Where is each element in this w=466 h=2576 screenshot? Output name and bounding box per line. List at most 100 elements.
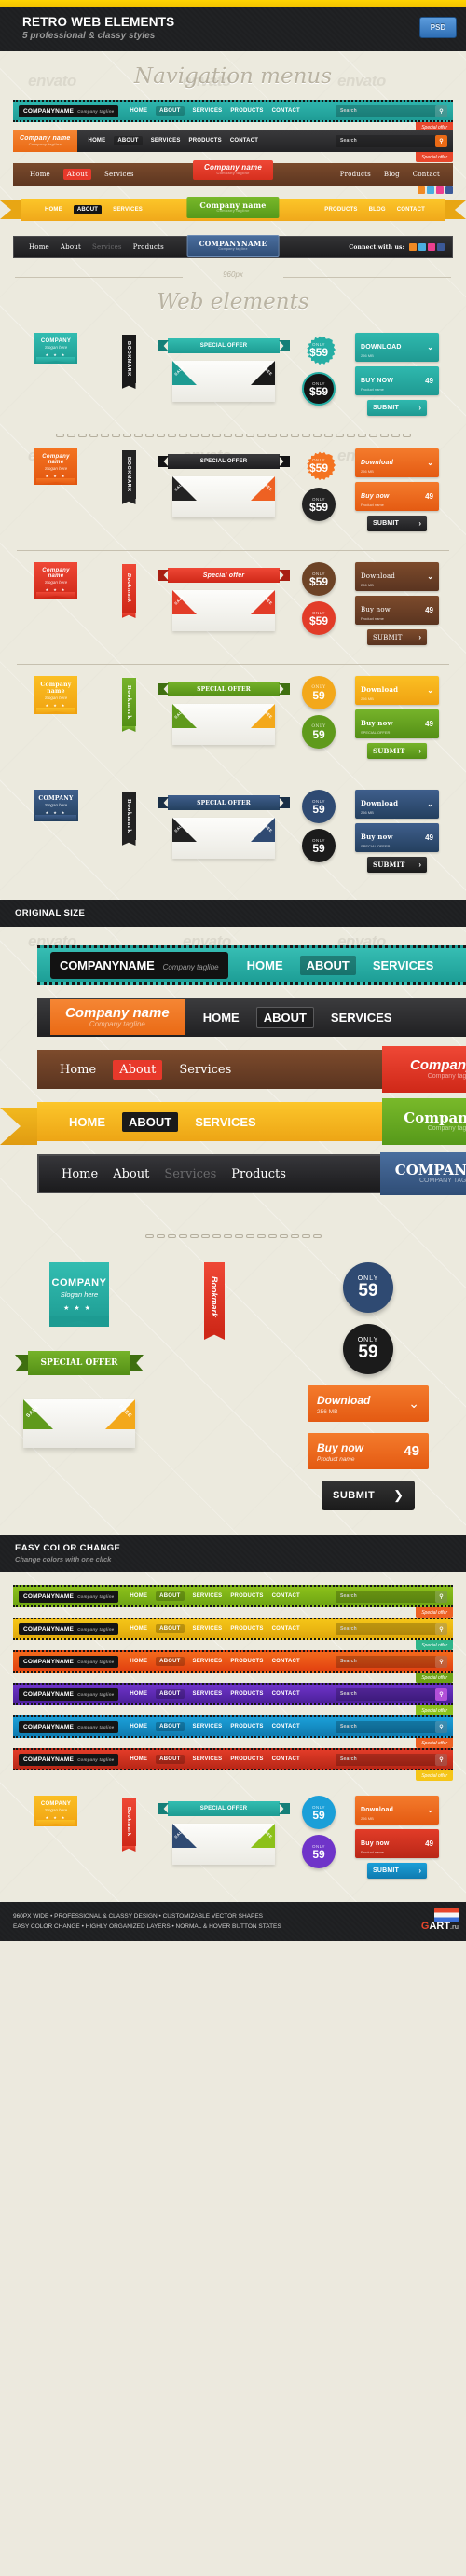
- download-button[interactable]: DOWNLOAD 256 MB ⌄: [355, 333, 439, 362]
- special-offer-ribbon[interactable]: SPECIAL OFFER: [168, 338, 290, 353]
- nav-logo[interactable]: COMPANYNAME Company tagline: [19, 1590, 119, 1603]
- sale-corner[interactable]: SALE: [172, 704, 197, 728]
- sale-corner[interactable]: SALE: [172, 818, 197, 842]
- nav-item-about[interactable]: About: [62, 169, 91, 180]
- yellow-row[interactable]: COMPANYNAME Company tagline HOME ABOUT S…: [13, 1618, 453, 1640]
- wood-nav[interactable]: Home About Services Company name Company…: [13, 160, 453, 186]
- company-badge[interactable]: COMPANY Slogan here ★ ★ ★: [34, 1796, 77, 1826]
- buynow-button[interactable]: Buy now Product name 49: [355, 482, 439, 511]
- price-seal-blue[interactable]: ONLY 59: [302, 1796, 336, 1829]
- bar-item-home[interactable]: HOME: [203, 1011, 240, 1025]
- search-input[interactable]: Search ⚲: [336, 1720, 447, 1733]
- nav-item-contact[interactable]: CONTACT: [272, 1593, 300, 1599]
- gold-ribbon-nav[interactable]: HOME ABOUT SERVICES Company name Company…: [0, 197, 466, 221]
- free-corner[interactable]: FREE: [105, 1399, 135, 1429]
- teal-bar[interactable]: COMPANYNAME Company tagline HOME ABOUT S…: [37, 945, 466, 985]
- rss-icon[interactable]: [409, 243, 417, 251]
- special-offer-tab[interactable]: Special offer: [416, 1673, 453, 1683]
- orange-bar[interactable]: Company name Company tagline HOME ABOUT …: [37, 998, 466, 1037]
- nav-item-services[interactable]: SERVICES: [193, 1756, 223, 1762]
- search-icon[interactable]: ⚲: [435, 1753, 447, 1766]
- company-badge[interactable]: COMPANY Slogan here ★ ★ ★: [34, 790, 78, 821]
- free-corner[interactable]: FREE: [251, 1824, 275, 1848]
- nav-item-home[interactable]: HOME: [130, 1659, 147, 1664]
- submit-button[interactable]: SUBMIT ›: [367, 1863, 427, 1879]
- submit-button-large[interactable]: SUBMIT ❯: [322, 1481, 415, 1510]
- special-offer-ribbon[interactable]: SPECIAL OFFER: [168, 454, 290, 469]
- nav-item-products[interactable]: Products: [340, 171, 371, 178]
- search-icon[interactable]: ⚲: [435, 1655, 447, 1668]
- price-seal-starry[interactable]: ONLY $59: [307, 451, 336, 481]
- nav-item-services[interactable]: Services: [104, 171, 134, 178]
- nav-logo[interactable]: COMPANYNAME Company tagline: [19, 104, 119, 117]
- bar-right-logo[interactable]: COMPANY NA COMPANY TAGLINE: [380, 1152, 466, 1195]
- company-badge-large[interactable]: COMPANY Slogan here ★★★: [49, 1262, 109, 1327]
- nav-logo[interactable]: COMPANYNAME Company tagline: [19, 1622, 119, 1635]
- special-offer-ribbon[interactable]: SPECIAL OFFER: [168, 682, 290, 696]
- search-icon[interactable]: ⚲: [435, 1687, 447, 1701]
- green-row[interactable]: COMPANYNAME Company tagline HOME ABOUT S…: [13, 1585, 453, 1607]
- nav-item-about[interactable]: ABOUT: [73, 205, 103, 214]
- nav-item-contact[interactable]: CONTACT: [272, 108, 300, 114]
- bookmark-ribbon[interactable]: BOOKMARK: [121, 335, 136, 383]
- buynow-button[interactable]: BUY NOW Product name 49: [355, 366, 439, 395]
- special-offer-ribbon[interactable]: SPECIAL OFFER: [168, 795, 290, 810]
- search-icon[interactable]: ⚲: [435, 1590, 447, 1603]
- nav-item-contact[interactable]: CONTACT: [272, 1724, 300, 1729]
- nav-item-products[interactable]: PRODUCTS: [230, 1724, 263, 1729]
- free-corner[interactable]: FREE: [251, 590, 275, 614]
- price-seal-blue-large[interactable]: ONLY 59: [343, 1262, 393, 1313]
- company-badge[interactable]: COMPANY Slogan here ★ ★ ★: [34, 333, 77, 364]
- submit-button[interactable]: SUBMIT ›: [367, 400, 427, 416]
- bar-logo[interactable]: COMPANYNAME Company tagline: [50, 951, 228, 979]
- nav-item-contact[interactable]: CONTACT: [230, 138, 258, 144]
- nav-item-services[interactable]: SERVICES: [193, 1724, 223, 1729]
- nav-item-contact[interactable]: Contact: [413, 171, 440, 178]
- black-bar[interactable]: Home About Services Products COMPANY NA …: [37, 1152, 466, 1195]
- bar-item-about[interactable]: ABOUT: [255, 1006, 314, 1028]
- nav-item-about[interactable]: ABOUT: [114, 136, 143, 145]
- nav-item-services[interactable]: SERVICES: [151, 138, 181, 144]
- nav-item-about[interactable]: About: [61, 243, 81, 251]
- download-button[interactable]: Download 256 MB ⌄: [355, 676, 439, 705]
- nav-item-about[interactable]: ABOUT: [156, 106, 185, 116]
- bookmark-ribbon[interactable]: Bookmark: [121, 678, 136, 726]
- price-seal-wood[interactable]: ONLY $59: [302, 562, 336, 596]
- nav-item-products[interactable]: PRODUCTS: [230, 1626, 263, 1632]
- download-button[interactable]: Download 256 MB ⌄: [355, 1796, 439, 1825]
- bookmark-ribbon[interactable]: Bookmark: [121, 1798, 136, 1846]
- bar-item-about[interactable]: About: [113, 1059, 163, 1080]
- facebook-icon[interactable]: [437, 243, 445, 251]
- nav-item-services[interactable]: SERVICES: [193, 1659, 223, 1664]
- bar-item-home[interactable]: Home: [62, 1167, 98, 1181]
- search-input[interactable]: Search ⚲: [336, 1687, 447, 1701]
- nav-item-home[interactable]: HOME: [130, 1593, 147, 1599]
- teal-nav[interactable]: COMPANYNAME Company tagline HOME ABOUT S…: [13, 100, 453, 122]
- bookmark-ribbon[interactable]: Bookmark: [121, 792, 136, 840]
- submit-button[interactable]: SUBMIT ›: [367, 743, 427, 759]
- red-row[interactable]: COMPANYNAME Company tagline HOME ABOUT S…: [13, 1748, 453, 1770]
- bar-item-home[interactable]: HOME: [247, 958, 283, 972]
- company-badge[interactable]: Company name Slogan here ★ ★ ★: [34, 676, 77, 714]
- bar-right-logo[interactable]: Company na Company tagline: [382, 1046, 466, 1093]
- nav-item-home[interactable]: HOME: [130, 1756, 147, 1762]
- price-seal-round[interactable]: ONLY $59: [302, 601, 336, 635]
- nav-item-home[interactable]: HOME: [130, 1691, 147, 1697]
- bar-item-home[interactable]: HOME: [69, 1115, 105, 1129]
- search-icon[interactable]: ⚲: [435, 1622, 447, 1635]
- sale-corner[interactable]: SALE: [23, 1399, 53, 1429]
- special-offer-tab[interactable]: Special offer: [416, 1640, 453, 1650]
- black-blue-nav[interactable]: Home About Services Products COMPANYNAME…: [13, 235, 453, 258]
- free-corner[interactable]: FREE: [251, 476, 275, 501]
- nav-center-logo[interactable]: Company name Company tagline: [193, 160, 273, 180]
- search-input[interactable]: Search ⚲: [336, 1590, 447, 1603]
- nav-center-logo[interactable]: COMPANYNAME Company tagline: [186, 235, 280, 257]
- special-offer-tab[interactable]: Special offer: [416, 1738, 453, 1748]
- submit-button[interactable]: SUBMIT ›: [367, 629, 427, 645]
- nav-item-products[interactable]: PRODUCTS: [324, 207, 357, 213]
- nav-item-about[interactable]: ABOUT: [156, 1657, 185, 1666]
- orange-dark-nav[interactable]: Company name Company tagline HOME ABOUT …: [13, 130, 453, 152]
- special-offer-tab[interactable]: Special offer: [416, 1770, 453, 1781]
- bar-item-services[interactable]: SERVICES: [195, 1115, 256, 1129]
- sale-corner[interactable]: SALE: [172, 590, 197, 614]
